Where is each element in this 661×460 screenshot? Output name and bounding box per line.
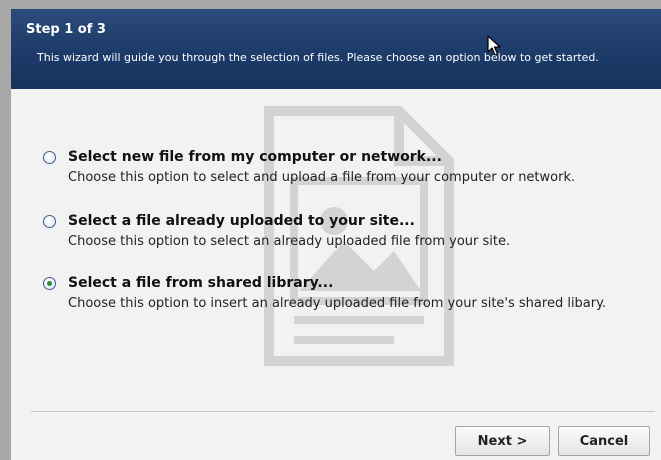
option-description: Choose this option to select an already … [68, 234, 511, 249]
wizard-header: Step 1 of 3 This wizard will guide you t… [11, 9, 661, 89]
radio-shared-library[interactable] [43, 277, 56, 290]
top-border [0, 0, 661, 9]
document-watermark-icon [264, 106, 454, 366]
radio-upload-new[interactable] [43, 151, 56, 164]
option-description: Choose this option to select and upload … [68, 170, 576, 185]
wizard-description: This wizard will guide you through the s… [37, 51, 599, 64]
next-button[interactable]: Next > [455, 426, 550, 456]
option-title[interactable]: Select a file already uploaded to your s… [68, 213, 415, 229]
step-title: Step 1 of 3 [26, 22, 106, 37]
left-border [0, 0, 11, 460]
wizard-window: Step 1 of 3 This wizard will guide you t… [0, 0, 661, 460]
option-title[interactable]: Select new file from my computer or netw… [68, 149, 442, 165]
cancel-button[interactable]: Cancel [558, 426, 650, 456]
option-description: Choose this option to insert an already … [68, 296, 607, 311]
option-title[interactable]: Select a file from shared library... [68, 275, 333, 291]
radio-already-uploaded[interactable] [43, 215, 56, 228]
mouse-cursor-icon [487, 35, 501, 56]
footer-divider [31, 411, 655, 412]
wizard-content: Select new file from my computer or netw… [11, 89, 661, 460]
